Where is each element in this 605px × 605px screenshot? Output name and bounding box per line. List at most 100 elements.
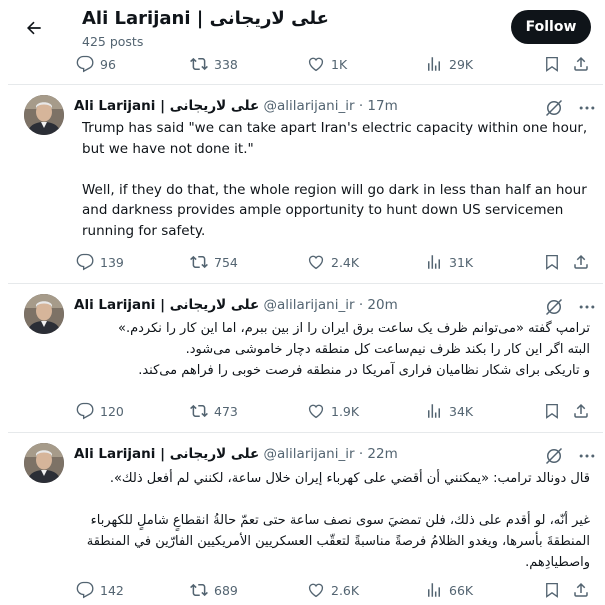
back-arrow-icon[interactable] <box>24 18 44 38</box>
repost-button[interactable]: 473 <box>190 400 238 422</box>
share-icon <box>574 254 588 269</box>
avatar[interactable] <box>24 294 64 334</box>
share-button[interactable] <box>572 53 590 75</box>
tweet-actions: 142 689 2.6K 66K <box>0 579 605 601</box>
tweet-paragraph: غير أنّه، لو أقدم على ذلك، فلن تمضيَ سوى… <box>86 512 590 570</box>
reply-button[interactable]: 120 <box>76 400 124 422</box>
heart-icon <box>308 57 324 72</box>
author-name[interactable]: Ali Larijani | علی لاریجانی <box>74 297 259 313</box>
bookmark-icon <box>546 582 558 598</box>
post-count: 425 posts <box>82 34 144 49</box>
repost-icon <box>190 404 208 418</box>
bookmark-button[interactable] <box>543 53 561 75</box>
timestamp[interactable]: 22m <box>367 446 397 462</box>
separator: · <box>358 98 364 114</box>
grok-icon[interactable] <box>544 446 564 466</box>
share-button[interactable] <box>572 251 590 273</box>
views-button[interactable]: 31K <box>425 251 473 273</box>
tweet-2[interactable]: Ali Larijani | علی لاریجانی @alilarijani… <box>8 284 603 431</box>
views-icon <box>428 404 440 418</box>
tweet-header: Ali Larijani | علی لاریجانی @alilarijani… <box>74 98 398 114</box>
reply-icon <box>76 402 94 420</box>
share-icon <box>574 403 588 418</box>
like-button[interactable]: 1K <box>307 53 347 75</box>
share-button[interactable] <box>572 579 590 601</box>
bookmark-icon <box>546 254 558 270</box>
reply-button[interactable]: 142 <box>76 579 124 601</box>
views-icon <box>428 57 440 71</box>
bookmark-button[interactable] <box>543 400 561 422</box>
views-button[interactable]: 66K <box>425 579 473 601</box>
heart-icon <box>308 255 324 270</box>
bookmark-button[interactable] <box>543 251 561 273</box>
reply-button[interactable]: 139 <box>76 251 124 273</box>
more-options-icon[interactable] <box>577 297 597 317</box>
tweet-text: ترامپ گفته «می‌توانم ظرف یک ساعت برق ایر… <box>82 318 590 381</box>
like-button[interactable]: 1.9K <box>307 400 359 422</box>
views-button[interactable]: 29K <box>425 53 473 75</box>
more-options-icon[interactable] <box>577 98 597 118</box>
profile-title: Ali Larijani | علی لاریجانی <box>82 8 329 29</box>
tweet-paragraph: البته اگر این کار را بکند ظرف نیم‌ساعت ک… <box>185 342 590 357</box>
reply-count: 96 <box>100 56 116 72</box>
grok-icon[interactable] <box>544 98 564 118</box>
author-name[interactable]: Ali Larijani | علی لاریجانی <box>74 98 259 114</box>
tweet-header: Ali Larijani | علی لاریجانی @alilarijani… <box>74 446 398 462</box>
share-button[interactable] <box>572 400 590 422</box>
reply-button[interactable]: 96 <box>76 53 116 75</box>
tweet-paragraph: و تاریکی برای شکار نظامیان فراری آمریکا … <box>138 363 590 378</box>
views-icon <box>428 583 440 597</box>
like-count: 1.9K <box>331 403 360 419</box>
timestamp[interactable]: 20m <box>367 297 397 313</box>
tweet-text: Trump has said "we can take apart Iran's… <box>82 118 590 241</box>
follow-button[interactable]: Follow <box>511 10 591 44</box>
author-handle[interactable]: @alilarijani_ir <box>264 446 355 462</box>
more-options-icon[interactable] <box>577 446 597 466</box>
repost-icon <box>190 255 208 269</box>
views-count: 66K <box>449 582 474 598</box>
reply-icon <box>76 253 94 271</box>
heart-icon <box>308 404 324 419</box>
share-icon <box>574 582 588 597</box>
avatar[interactable] <box>24 95 64 135</box>
repost-icon <box>190 583 208 597</box>
separator: · <box>358 297 364 313</box>
views-icon <box>428 255 440 269</box>
tweet-text: قال دونالد ترامب: «يمكنني أن أقضي على كه… <box>82 468 590 573</box>
reply-count: 139 <box>100 254 124 270</box>
author-name[interactable]: Ali Larijani | علی لاریجانی <box>74 446 259 462</box>
like-button[interactable]: 2.6K <box>307 579 359 601</box>
views-button[interactable]: 34K <box>425 400 473 422</box>
heart-icon <box>308 583 324 598</box>
author-handle[interactable]: @alilarijani_ir <box>264 297 355 313</box>
avatar[interactable] <box>24 443 64 483</box>
tweet-paragraph: Well, if they do that, the whole region … <box>82 181 587 239</box>
tweet-paragraph: Trump has said "we can take apart Iran's… <box>82 120 588 157</box>
like-button[interactable]: 2.4K <box>307 251 359 273</box>
author-handle[interactable]: @alilarijani_ir <box>264 98 355 114</box>
grok-icon[interactable] <box>544 297 564 317</box>
share-icon <box>574 56 588 71</box>
repost-button[interactable]: 754 <box>190 251 238 273</box>
timestamp[interactable]: 17m <box>367 98 397 114</box>
separator: · <box>358 446 364 462</box>
views-count: 29K <box>449 56 474 72</box>
tweet-3[interactable]: Ali Larijani | علی لاریجانی @alilarijani… <box>8 433 603 605</box>
reply-icon <box>76 55 94 73</box>
avatar-image <box>24 443 64 483</box>
views-count: 34K <box>449 403 474 419</box>
profile-header: Ali Larijani | علی لاریجانی 425 posts Fo… <box>0 0 605 52</box>
bookmark-icon <box>546 403 558 419</box>
avatar-image <box>24 294 64 334</box>
tweet-1[interactable]: Ali Larijani | علی لاریجانی @alilarijani… <box>8 85 603 282</box>
repost-icon <box>190 57 208 71</box>
repost-button[interactable]: 338 <box>190 53 238 75</box>
repost-count: 689 <box>214 582 238 598</box>
tweet-paragraph: قال دونالد ترامب: «يمكنني أن أقضي على كه… <box>109 471 590 486</box>
repost-count: 338 <box>214 56 238 72</box>
previous-tweet-actions: 96 338 1K 29K <box>0 53 605 75</box>
like-count: 2.6K <box>331 582 360 598</box>
repost-button[interactable]: 689 <box>190 579 238 601</box>
bookmark-button[interactable] <box>543 579 561 601</box>
